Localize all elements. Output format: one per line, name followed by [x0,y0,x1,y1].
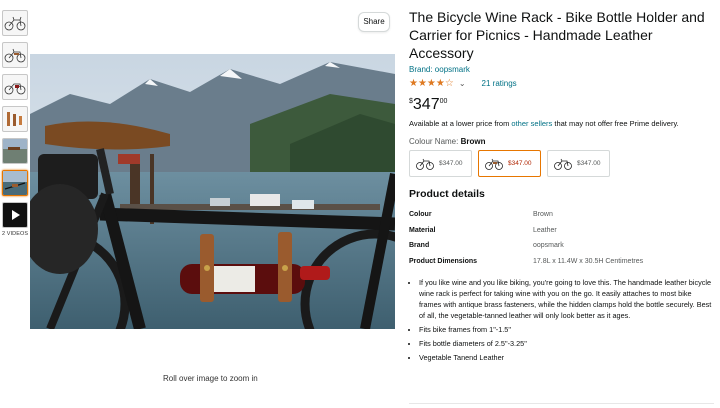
price-fraction: 00 [439,98,448,105]
detail-row: Material Leather [409,223,714,239]
chevron-down-icon[interactable]: ⌄ [459,79,466,88]
colour-label: Colour Name: [409,137,461,146]
rating-row: ★★★★☆ ⌄ 21 ratings [409,77,714,89]
colour-name: Colour Name: Brown [409,137,714,146]
detail-value: Leather [533,226,557,234]
colour-value: Brown [460,137,486,146]
availability-suffix: that may not offer free Prime delivery. [552,119,679,128]
thumbnail-strip: 2 VIDEOS [2,10,32,237]
price-whole: 347 [412,96,440,113]
divider [409,403,714,404]
swatch-price: $347.00 [439,160,463,167]
thumbnail-4[interactable] [2,106,28,132]
detail-row: Colour Brown [409,207,714,223]
product-title: The Bicycle Wine Rack - Bike Bottle Hold… [409,9,705,61]
product-details-heading: Product details [409,188,485,200]
detail-row: Product Dimensions 17.8L x 11.4W x 30.5H… [409,254,714,270]
colour-swatches: $347.00 $347.00 $347.00 [409,150,714,177]
detail-value: 17.8L x 11.4W x 30.5H Centimetres [533,257,644,265]
feature-bullets: If you like wine and you like biking, yo… [409,277,714,363]
other-sellers-link[interactable]: other sellers [511,119,552,128]
detail-key: Material [409,226,436,234]
feature-bullet: Vegetable Tanend Leather [419,352,714,363]
brand-link[interactable]: Brand: oopsmark [409,65,714,74]
price: $ 347 00 [409,96,714,116]
detail-value: Brown [533,211,553,219]
product-details-table: Colour Brown Material Leather Brand oops… [409,207,714,269]
bike-swatch-icon [554,158,572,170]
detail-key: Product Dimensions [409,257,478,265]
detail-value: oopsmark [533,242,564,250]
detail-key: Brand [409,242,430,250]
thumbnail-6[interactable] [2,170,28,196]
availability-text: Available at a lower price from other se… [409,119,714,128]
detail-row: Brand oopsmark [409,238,714,254]
thumbnail-3[interactable] [2,74,28,100]
bike-swatch-icon [416,158,434,170]
rating-stars[interactable]: ★★★★☆ [409,78,454,89]
video-thumbnail[interactable] [2,202,28,228]
feature-bullet: Fits bike frames from 1"-1.5" [419,324,714,335]
swatch-option-1[interactable]: $347.00 [409,150,472,177]
product-info: The Bicycle Wine Rack - Bike Bottle Hold… [409,8,714,366]
bike-swatch-icon [485,158,503,170]
share-button[interactable]: Share [358,12,390,32]
thumbnail-1[interactable] [2,10,28,36]
thumbnail-5[interactable] [2,138,28,164]
zoom-hint: Roll over image to zoom in [163,374,258,383]
detail-key: Colour [409,211,432,219]
swatch-price: $347.00 [508,160,532,167]
feature-bullet: Fits bottle diameters of 2.5"-3.25" [419,338,714,349]
swatch-price: $347.00 [577,160,601,167]
availability-prefix: Available at a lower price from [409,119,512,128]
swatch-option-3[interactable]: $347.00 [547,150,610,177]
play-icon [12,210,20,220]
feature-bullet: If you like wine and you like biking, yo… [419,277,714,321]
swatch-option-2[interactable]: $347.00 [478,150,541,177]
thumbnail-2[interactable] [2,42,28,68]
main-product-image[interactable] [30,54,395,329]
ratings-count-link[interactable]: 21 ratings [482,79,517,88]
videos-label: 2 VIDEOS [2,231,29,237]
